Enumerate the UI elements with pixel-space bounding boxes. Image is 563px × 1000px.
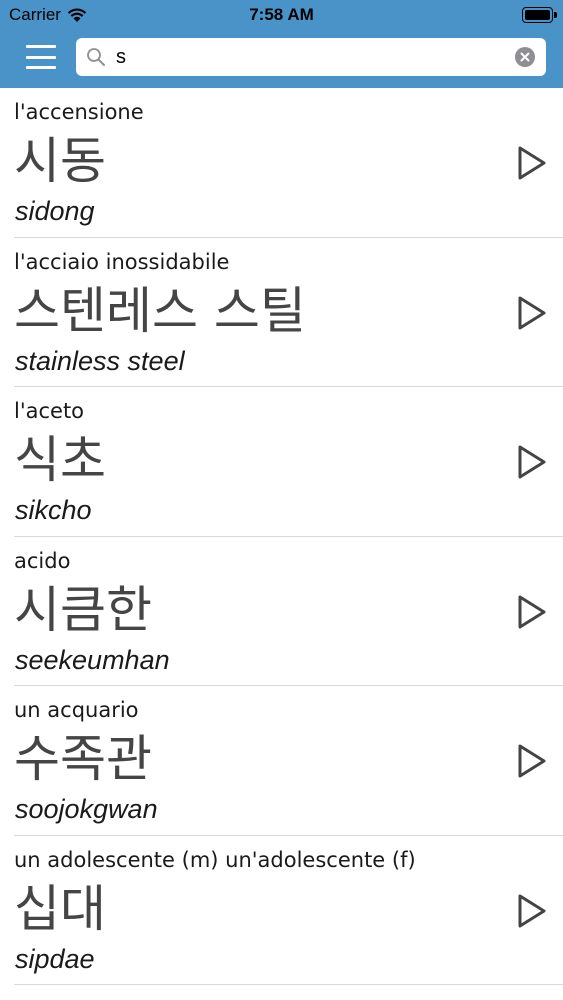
italian-term: l'accensione [14, 100, 144, 124]
romanization: sipdae [15, 943, 95, 974]
search-input[interactable] [116, 38, 496, 76]
italian-term: un adolescente (m) un'adolescente (f) [14, 847, 416, 872]
romanization: sikcho [15, 495, 92, 525]
list-item[interactable]: un adolescente (m) un'adolescente (f) 십대… [14, 836, 563, 985]
romanization: soojokgwan [15, 794, 158, 824]
top-bar: Carrier 7:58 AM [0, 0, 563, 88]
clock: 7:58 AM [249, 5, 314, 24]
italian-term: acido [14, 548, 71, 573]
play-icon[interactable] [516, 893, 548, 929]
status-bar: Carrier 7:58 AM [0, 0, 563, 30]
list-item[interactable]: l'acciaio inossidabile 스텐레스 스틸 stainless… [14, 238, 563, 387]
play-icon[interactable] [516, 295, 548, 331]
list-item[interactable]: acido 시큼한 seekeumhan [14, 537, 563, 686]
magnifier-icon [87, 48, 105, 66]
romanization: seekeumhan [15, 644, 170, 675]
korean-term: 시큼한 [14, 580, 152, 639]
results-list: l'accensione 시동 sidong l'acciaio inossid… [0, 88, 563, 985]
clear-circle-icon[interactable] [515, 47, 535, 67]
list-item[interactable]: l'accensione 시동 sidong [14, 88, 563, 238]
italian-term: l'acciaio inossidabile [14, 249, 230, 274]
play-icon[interactable] [516, 145, 548, 181]
korean-term: 수족관 [14, 730, 152, 788]
italian-term: un acquario [14, 698, 139, 722]
menu-line [26, 55, 56, 59]
korean-term: 십대 [14, 879, 106, 938]
battery-tip [554, 12, 557, 18]
korean-term: 식초 [14, 431, 106, 489]
battery-icon [522, 7, 557, 23]
play-icon[interactable] [516, 444, 548, 480]
play-icon[interactable] [516, 743, 548, 779]
list-item[interactable]: l'aceto 식초 sikcho [14, 387, 563, 537]
korean-term: 스텐레스 스틸 [14, 281, 306, 340]
menu-line [26, 45, 56, 48]
romanization: sidong [15, 196, 95, 226]
menu-line [26, 66, 56, 69]
search-bar[interactable] [76, 38, 546, 76]
korean-term: 시동 [14, 132, 106, 190]
romanization: stainless steel [15, 345, 185, 376]
battery-fill [525, 10, 550, 20]
list-item[interactable]: un acquario 수족관 soojokgwan [14, 686, 563, 836]
hamburger-menu-icon[interactable] [24, 43, 58, 71]
play-icon[interactable] [516, 594, 548, 630]
italian-term: l'aceto [14, 399, 85, 423]
